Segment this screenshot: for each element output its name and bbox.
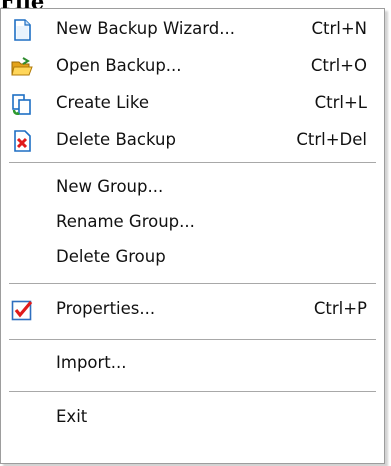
menu-item-shortcut: Ctrl+O — [310, 56, 367, 75]
menu-item-delete-group[interactable]: Delete Group — [1, 239, 384, 276]
menu-item-exit[interactable]: Exit — [1, 399, 384, 436]
menu-item-label: Rename Group... — [56, 212, 195, 231]
menu-item-delete-backup[interactable]: Delete Backup Ctrl+Del — [1, 122, 384, 159]
menu-item-shortcut: Ctrl+Del — [296, 130, 367, 149]
menu-item-properties[interactable]: Properties... Ctrl+P — [1, 291, 384, 328]
menu-item-label: Delete Group — [56, 247, 166, 266]
menu-item-new-group[interactable]: New Group... — [1, 169, 384, 206]
menu-item-label: Open Backup... — [56, 56, 182, 75]
menu-item-shortcut: Ctrl+L — [314, 93, 367, 112]
menu-item-shortcut: Ctrl+N — [311, 19, 367, 38]
menu-item-open-backup[interactable]: Open Backup... Ctrl+O — [1, 48, 384, 85]
menu-item-create-like[interactable]: Create Like Ctrl+L — [1, 85, 384, 122]
open-folder-icon — [11, 56, 33, 78]
menu-item-label: Exit — [56, 407, 88, 426]
menu-item-label: New Group... — [56, 177, 164, 196]
document-icon — [11, 19, 33, 41]
menu-separator — [9, 339, 376, 341]
copy-icon — [11, 93, 33, 116]
menu-item-label: Properties... — [56, 299, 156, 318]
menu-separator — [9, 162, 376, 164]
menu-item-label: Delete Backup — [56, 130, 176, 149]
menu-item-new-backup-wizard[interactable]: New Backup Wizard... Ctrl+N — [1, 11, 384, 48]
menu-item-label: Import... — [56, 353, 127, 372]
checkmark-icon — [11, 299, 33, 321]
delete-icon — [11, 130, 33, 152]
menu-item-rename-group[interactable]: Rename Group... — [1, 204, 384, 241]
menu-item-shortcut: Ctrl+P — [313, 299, 367, 318]
menu-item-import[interactable]: Import... — [1, 345, 384, 382]
menu-item-label: Create Like — [56, 93, 149, 112]
file-menu: New Backup Wizard... Ctrl+N Open Backup.… — [0, 8, 385, 464]
menu-item-label: New Backup Wizard... — [56, 19, 235, 38]
menu-separator — [9, 391, 376, 393]
menu-separator — [9, 283, 376, 285]
